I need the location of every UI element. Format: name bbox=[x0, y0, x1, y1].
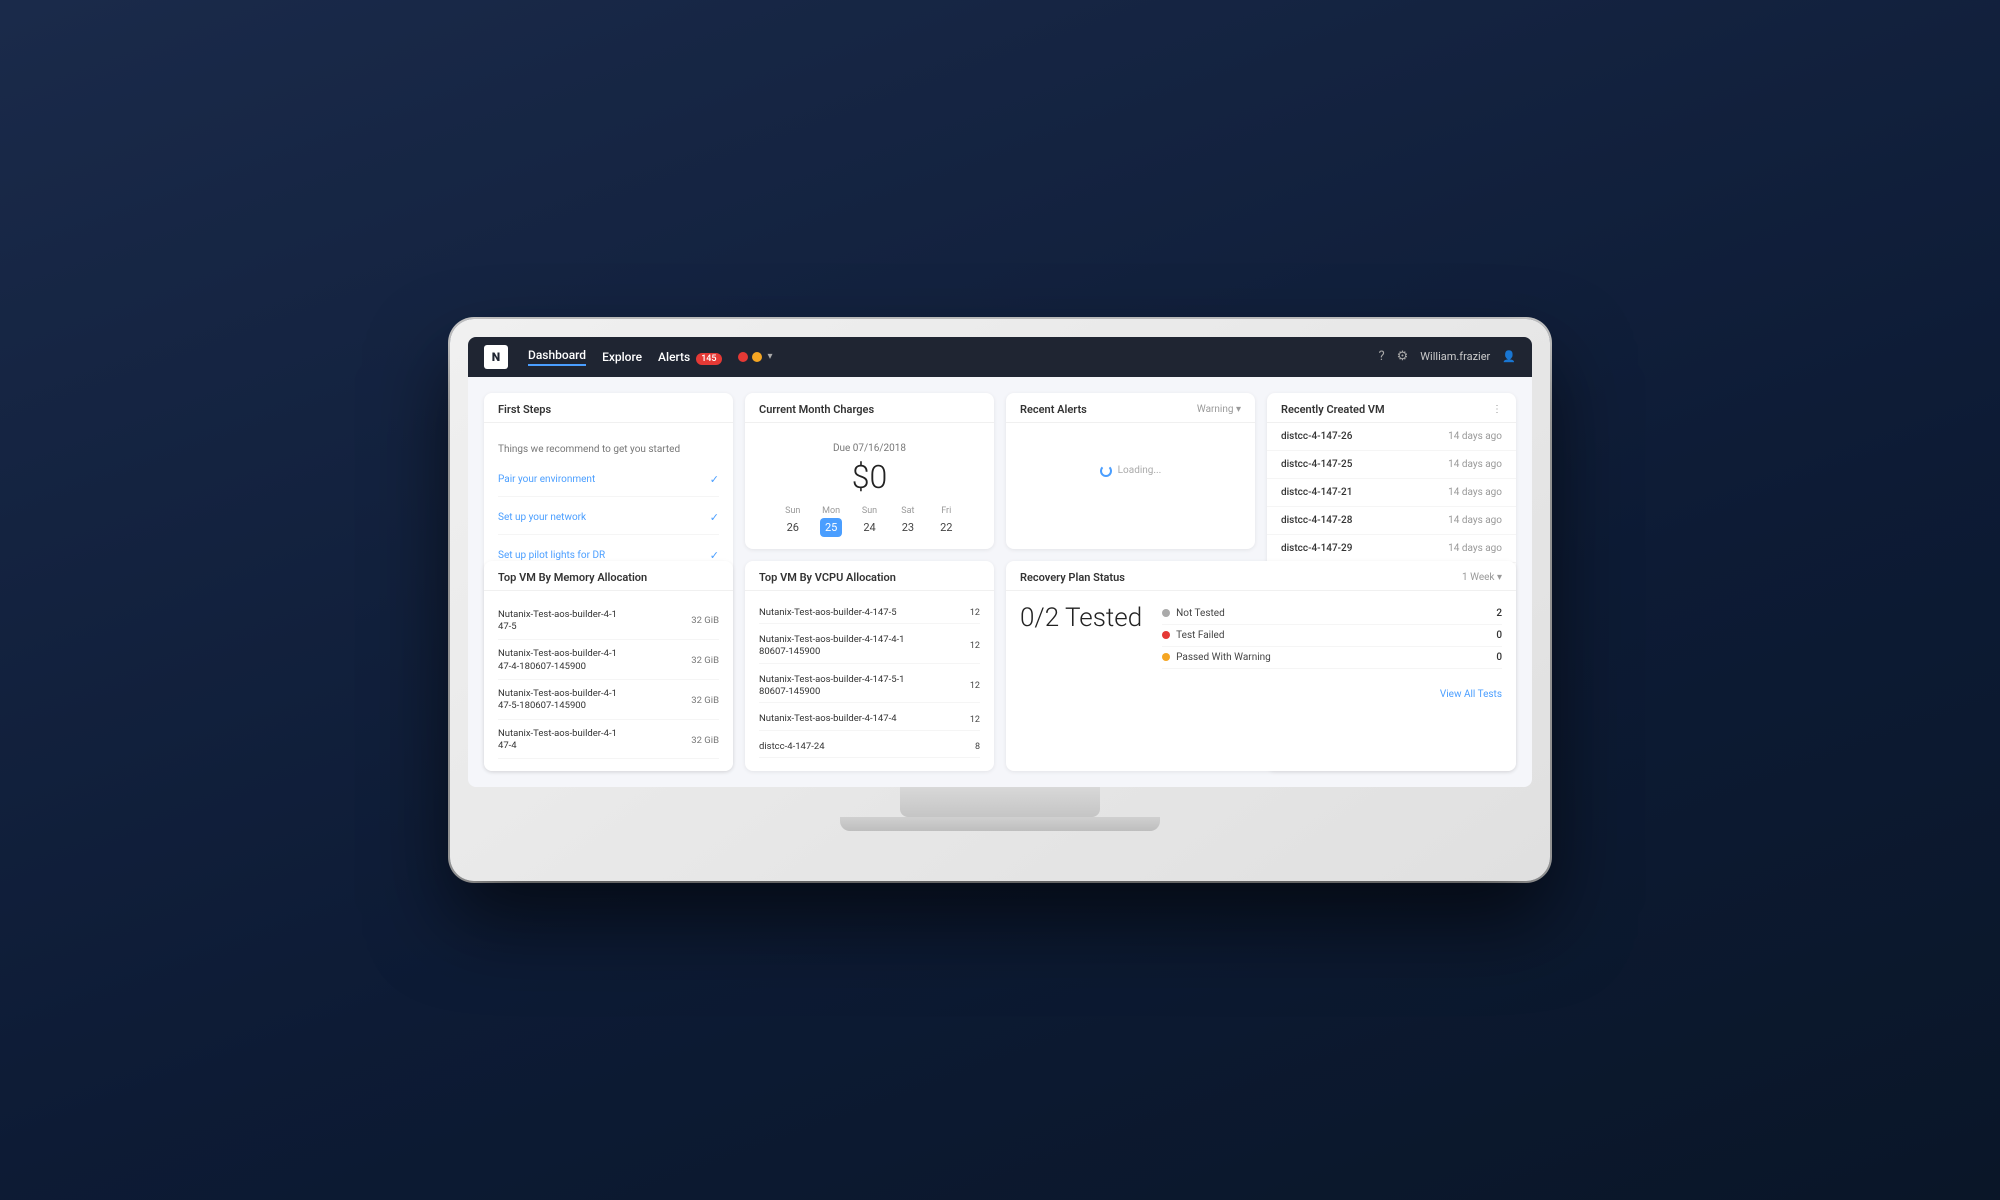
charges-body: Due 07/16/2018 $0 Sun 26 Mon 25 bbox=[745, 423, 994, 549]
user-avatar-icon[interactable]: 👤 bbox=[1502, 350, 1516, 363]
vcpu-item-1: Nutanix-Test-aos-builder-4-147-4-180607-… bbox=[759, 630, 980, 664]
cal-day-1: Mon 25 bbox=[820, 506, 842, 537]
view-all-tests[interactable]: View All Tests bbox=[1006, 681, 1516, 708]
nav-alerts[interactable]: Alerts 145 bbox=[658, 350, 722, 364]
loading-spinner bbox=[1100, 465, 1112, 477]
step-link-dr[interactable]: Set up pilot lights for DR bbox=[498, 550, 605, 561]
vcpu-header: Top VM By VCPU Allocation bbox=[745, 561, 994, 591]
recovery-content: 0/2 Tested Not Tested 2 bbox=[1006, 591, 1516, 681]
recovery-card: Recovery Plan Status 1 Week ▾ 0/2 Tested bbox=[1006, 561, 1516, 772]
first-steps-header: First Steps bbox=[484, 393, 733, 423]
memory-vm-item-1: Nutanix-Test-aos-builder-4-147-4-180607-… bbox=[498, 642, 719, 680]
recovery-header: Recovery Plan Status 1 Week ▾ bbox=[1006, 561, 1516, 591]
cal-day-3: Sat 23 bbox=[897, 506, 919, 537]
step-check-1: ✓ bbox=[710, 511, 719, 524]
status-indicators: ▾ bbox=[738, 351, 773, 362]
memory-body: Nutanix-Test-aos-builder-4-147-5 32 GiB … bbox=[484, 591, 733, 772]
vcpu-item-0: Nutanix-Test-aos-builder-4-147-5 12 bbox=[759, 603, 980, 624]
charges-calendar: Sun 26 Mon 25 Sun 24 bbox=[759, 506, 980, 537]
charges-amount: $0 bbox=[759, 458, 980, 496]
monitor-base bbox=[840, 817, 1160, 831]
vcpu-alloc-list: Nutanix-Test-aos-builder-4-147-5 12 Nuta… bbox=[759, 603, 980, 758]
charges-header: Current Month Charges bbox=[745, 393, 994, 423]
step-item: Pair your environment ✓ bbox=[498, 473, 719, 497]
step-link-network[interactable]: Set up your network bbox=[498, 512, 586, 523]
vm-item-3: distcc-4-147-28 14 days ago bbox=[1267, 507, 1516, 535]
user-menu[interactable]: William.frazier bbox=[1420, 350, 1490, 363]
recovery-tested: 0/2 Tested bbox=[1020, 603, 1142, 633]
stat-dot-grey bbox=[1162, 609, 1170, 617]
vcpu-item-4: distcc-4-147-24 8 bbox=[759, 737, 980, 758]
vcpu-title: Top VM By VCPU Allocation bbox=[759, 571, 896, 584]
vcpu-item-3: Nutanix-Test-aos-builder-4-147-4 12 bbox=[759, 709, 980, 730]
monitor-stand bbox=[900, 787, 1100, 817]
recovery-title: Recovery Plan Status bbox=[1020, 571, 1125, 584]
memory-vm-list: Nutanix-Test-aos-builder-4-147-5 32 GiB … bbox=[498, 603, 719, 760]
vm-item-4: distcc-4-147-29 14 days ago bbox=[1267, 535, 1516, 563]
recovery-stats: Not Tested 2 Test Failed 0 bbox=[1162, 603, 1502, 669]
alerts-body: Loading... bbox=[1006, 423, 1255, 519]
vm-action[interactable]: ⋮ bbox=[1492, 404, 1502, 415]
step-check-0: ✓ bbox=[710, 473, 719, 486]
memory-vm-item-3: Nutanix-Test-aos-builder-4-147-4 32 GiB bbox=[498, 722, 719, 760]
stat-dot-red bbox=[1162, 631, 1170, 639]
step-item: Set up your network ✓ bbox=[498, 511, 719, 535]
charges-card: Current Month Charges Due 07/16/2018 $0 … bbox=[745, 393, 994, 549]
recovery-main: 0/2 Tested bbox=[1020, 603, 1142, 669]
vm-item-1: distcc-4-147-25 14 days ago bbox=[1267, 451, 1516, 479]
charges-title: Current Month Charges bbox=[759, 403, 874, 416]
nav-items: Dashboard Explore Alerts 145 ▾ bbox=[528, 348, 1358, 366]
vm-title: Recently Created VM bbox=[1281, 403, 1385, 416]
alerts-card: Recent Alerts Warning ▾ Loading... bbox=[1006, 393, 1255, 549]
vm-item-2: distcc-4-147-21 14 days ago bbox=[1267, 479, 1516, 507]
vm-header: Recently Created VM ⋮ bbox=[1267, 393, 1516, 423]
status-dropdown[interactable]: ▾ bbox=[768, 351, 773, 362]
vcpu-body: Nutanix-Test-aos-builder-4-147-5 12 Nuta… bbox=[745, 591, 994, 770]
loading-indicator: Loading... bbox=[1020, 435, 1241, 507]
vm-item-0: distcc-4-147-26 14 days ago bbox=[1267, 423, 1516, 451]
nav-explore[interactable]: Explore bbox=[602, 350, 642, 364]
steps-list: Pair your environment ✓ Set up your netw… bbox=[498, 473, 719, 573]
cal-day-2: Sun 24 bbox=[858, 506, 880, 537]
alerts-header: Recent Alerts Warning ▾ bbox=[1006, 393, 1255, 423]
nav-dashboard[interactable]: Dashboard bbox=[528, 348, 586, 366]
status-dot-red bbox=[738, 352, 748, 362]
memory-header: Top VM By Memory Allocation bbox=[484, 561, 733, 591]
app-logo[interactable]: N bbox=[484, 345, 508, 369]
cal-day-0: Sun 26 bbox=[782, 506, 804, 537]
cal-day-4: Fri 22 bbox=[935, 506, 957, 537]
memory-vm-item-0: Nutanix-Test-aos-builder-4-147-5 32 GiB bbox=[498, 603, 719, 641]
gear-icon[interactable]: ⚙ bbox=[1397, 349, 1409, 364]
alerts-badge: 145 bbox=[696, 353, 721, 365]
first-steps-desc: Things we recommend to get you started bbox=[498, 443, 719, 457]
memory-title: Top VM By Memory Allocation bbox=[498, 571, 647, 584]
stat-not-tested: Not Tested 2 bbox=[1162, 603, 1502, 625]
stat-passed-warning: Passed With Warning 0 bbox=[1162, 647, 1502, 669]
first-steps-title: First Steps bbox=[498, 403, 551, 416]
nav-right-icons: ? ⚙ William.frazier 👤 bbox=[1378, 349, 1516, 364]
stat-dot-yellow bbox=[1162, 653, 1170, 661]
vcpu-item-2: Nutanix-Test-aos-builder-4-147-5-180607-… bbox=[759, 670, 980, 704]
alerts-filter[interactable]: Warning ▾ bbox=[1197, 404, 1241, 415]
stat-test-failed: Test Failed 0 bbox=[1162, 625, 1502, 647]
step-link-pair[interactable]: Pair your environment bbox=[498, 474, 595, 485]
charges-due-date: Due 07/16/2018 bbox=[759, 443, 980, 454]
navbar: N Dashboard Explore Alerts 145 ▾ bbox=[468, 337, 1532, 377]
help-icon[interactable]: ? bbox=[1378, 349, 1384, 364]
status-dot-yellow bbox=[752, 352, 762, 362]
top-memory-card: Top VM By Memory Allocation Nutanix-Test… bbox=[484, 561, 733, 772]
alerts-title: Recent Alerts bbox=[1020, 403, 1087, 416]
main-grid: First Steps Things we recommend to get y… bbox=[468, 377, 1532, 788]
step-check-2: ✓ bbox=[710, 549, 719, 562]
memory-vm-item-2: Nutanix-Test-aos-builder-4-147-5-180607-… bbox=[498, 682, 719, 720]
recovery-filter[interactable]: 1 Week ▾ bbox=[1462, 572, 1502, 583]
top-vcpu-card: Top VM By VCPU Allocation Nutanix-Test-a… bbox=[745, 561, 994, 772]
